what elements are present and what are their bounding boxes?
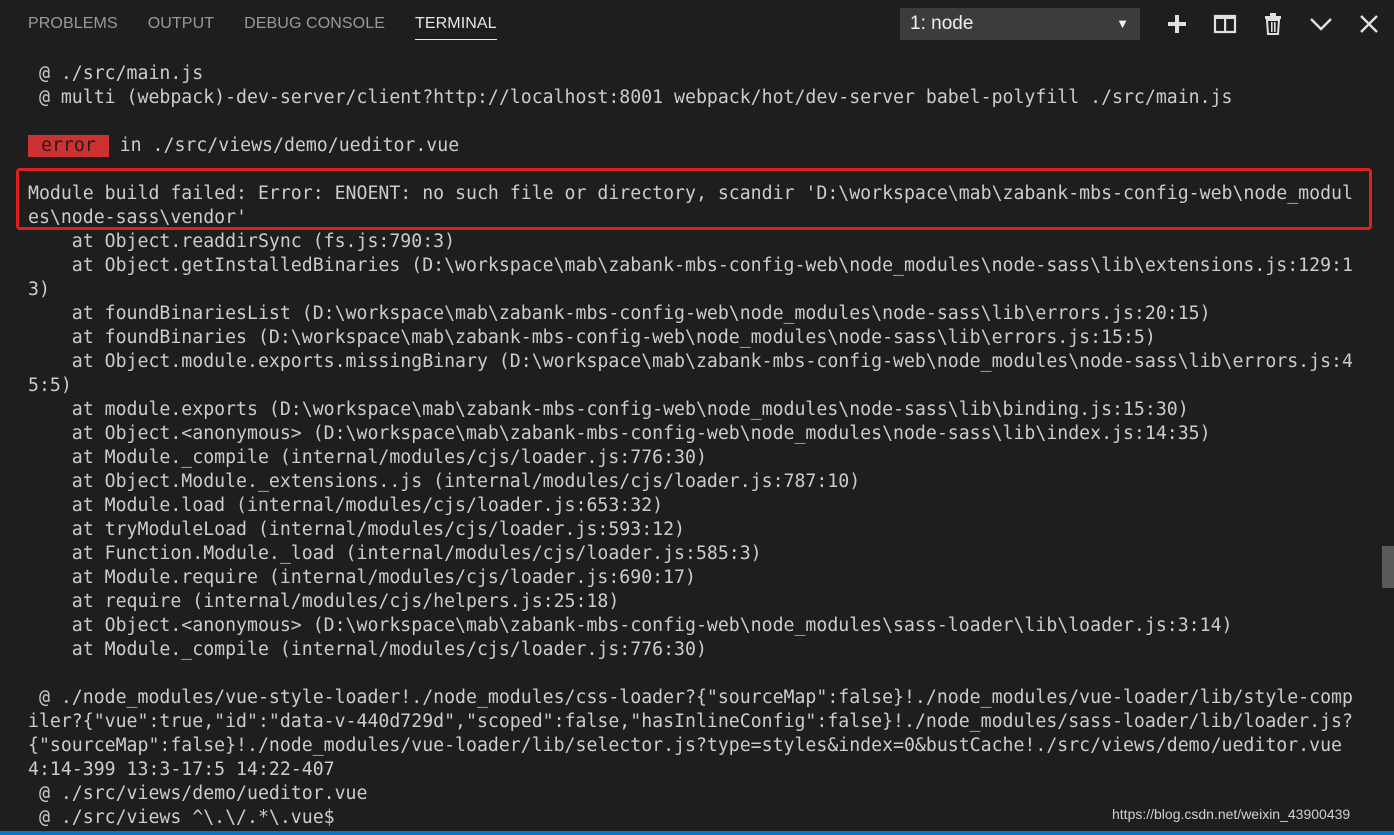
terminal-line: Module build failed: Error: ENOENT: no s… [28, 183, 1353, 204]
terminal-line: {"sourceMap":false}!./node_modules/vue-l… [28, 735, 1342, 756]
terminal-line: @ multi (webpack)-dev-server/client?http… [28, 87, 1233, 108]
terminal-select-value: 1: node [910, 13, 974, 34]
tab-debug-console[interactable]: DEBUG CONSOLE [244, 0, 385, 48]
terminal-line: @ ./node_modules/vue-style-loader!./node… [28, 687, 1353, 708]
terminal-line: at tryModuleLoad (internal/modules/cjs/l… [28, 519, 685, 540]
terminal-line: error in ./src/views/demo/ueditor.vue [28, 134, 459, 158]
terminal-line: at Object.Module._extensions..js (intern… [28, 471, 861, 492]
terminal-line: at require (internal/modules/cjs/helpers… [28, 591, 620, 612]
terminal-line: at Object.<anonymous> (D:\workspace\mab\… [28, 615, 1233, 636]
tab-terminal[interactable]: TERMINAL [414, 0, 497, 48]
split-icon[interactable] [1211, 10, 1239, 38]
panel-tabs: PROBLEMS OUTPUT DEBUG CONSOLE TERMINAL [28, 0, 527, 48]
error-badge: error [28, 135, 109, 157]
watermark: https://blog.csdn.net/weixin_43900439 [1112, 806, 1351, 822]
chevron-down-icon: ▼ [1116, 16, 1129, 31]
chevron-down-icon[interactable] [1307, 10, 1335, 38]
terminal-scrollbar[interactable] [1380, 48, 1394, 835]
close-icon[interactable] [1355, 10, 1383, 38]
terminal-line: iler?{"vue":true,"id":"data-v-440d729d",… [28, 711, 1353, 732]
terminal-line: at Module._compile (internal/modules/cjs… [28, 447, 707, 468]
terminal-line: at module.exports (D:\workspace\mab\zaba… [28, 399, 1189, 420]
terminal-line: at Object.module.exports.missingBinary (… [28, 351, 1353, 372]
terminal-line: @ ./src/views/demo/ueditor.vue [28, 783, 368, 804]
terminal-line: at Module.require (internal/modules/cjs/… [28, 567, 696, 588]
terminal-line: at Object.<anonymous> (D:\workspace\mab\… [28, 423, 1211, 444]
terminal-output[interactable]: @ ./src/main.js @ multi (webpack)-dev-se… [0, 62, 1380, 832]
terminal-line: 5:5) [28, 375, 72, 396]
status-bar [0, 831, 1394, 835]
terminal-line: @ ./src/main.js [28, 63, 204, 84]
panel-header: PROBLEMS OUTPUT DEBUG CONSOLE TERMINAL 1… [0, 0, 1394, 48]
terminal-line: at Module.load (internal/modules/cjs/loa… [28, 495, 664, 516]
plus-icon[interactable] [1163, 10, 1191, 38]
terminal-line-text: in ./src/views/demo/ueditor.vue [108, 135, 460, 156]
tab-problems[interactable]: PROBLEMS [28, 0, 118, 48]
terminal-line: at Function.Module._load (internal/modul… [28, 543, 762, 564]
terminal-line: at Object.readdirSync (fs.js:790:3) [28, 231, 456, 252]
terminal-line: at Object.getInstalledBinaries (D:\works… [28, 255, 1353, 276]
terminal-line: 4:14-399 13:3-17:5 14:22-407 [28, 759, 335, 780]
terminal-line: es\node-sass\vendor' [28, 207, 247, 228]
terminal-line: at foundBinariesList (D:\workspace\mab\z… [28, 303, 1211, 324]
terminal-select[interactable]: 1: node ▼ [900, 8, 1140, 40]
terminal-line: at foundBinaries (D:\workspace\mab\zaban… [28, 327, 1156, 348]
trash-icon[interactable] [1259, 10, 1287, 38]
terminal-line: @ ./src/views ^\.\/.*\.vue$ [28, 807, 335, 828]
tab-output[interactable]: OUTPUT [148, 0, 214, 48]
scrollbar-thumb[interactable] [1382, 546, 1394, 588]
terminal-line: at Module._compile (internal/modules/cjs… [28, 639, 707, 660]
terminal-line: 3) [28, 279, 50, 300]
